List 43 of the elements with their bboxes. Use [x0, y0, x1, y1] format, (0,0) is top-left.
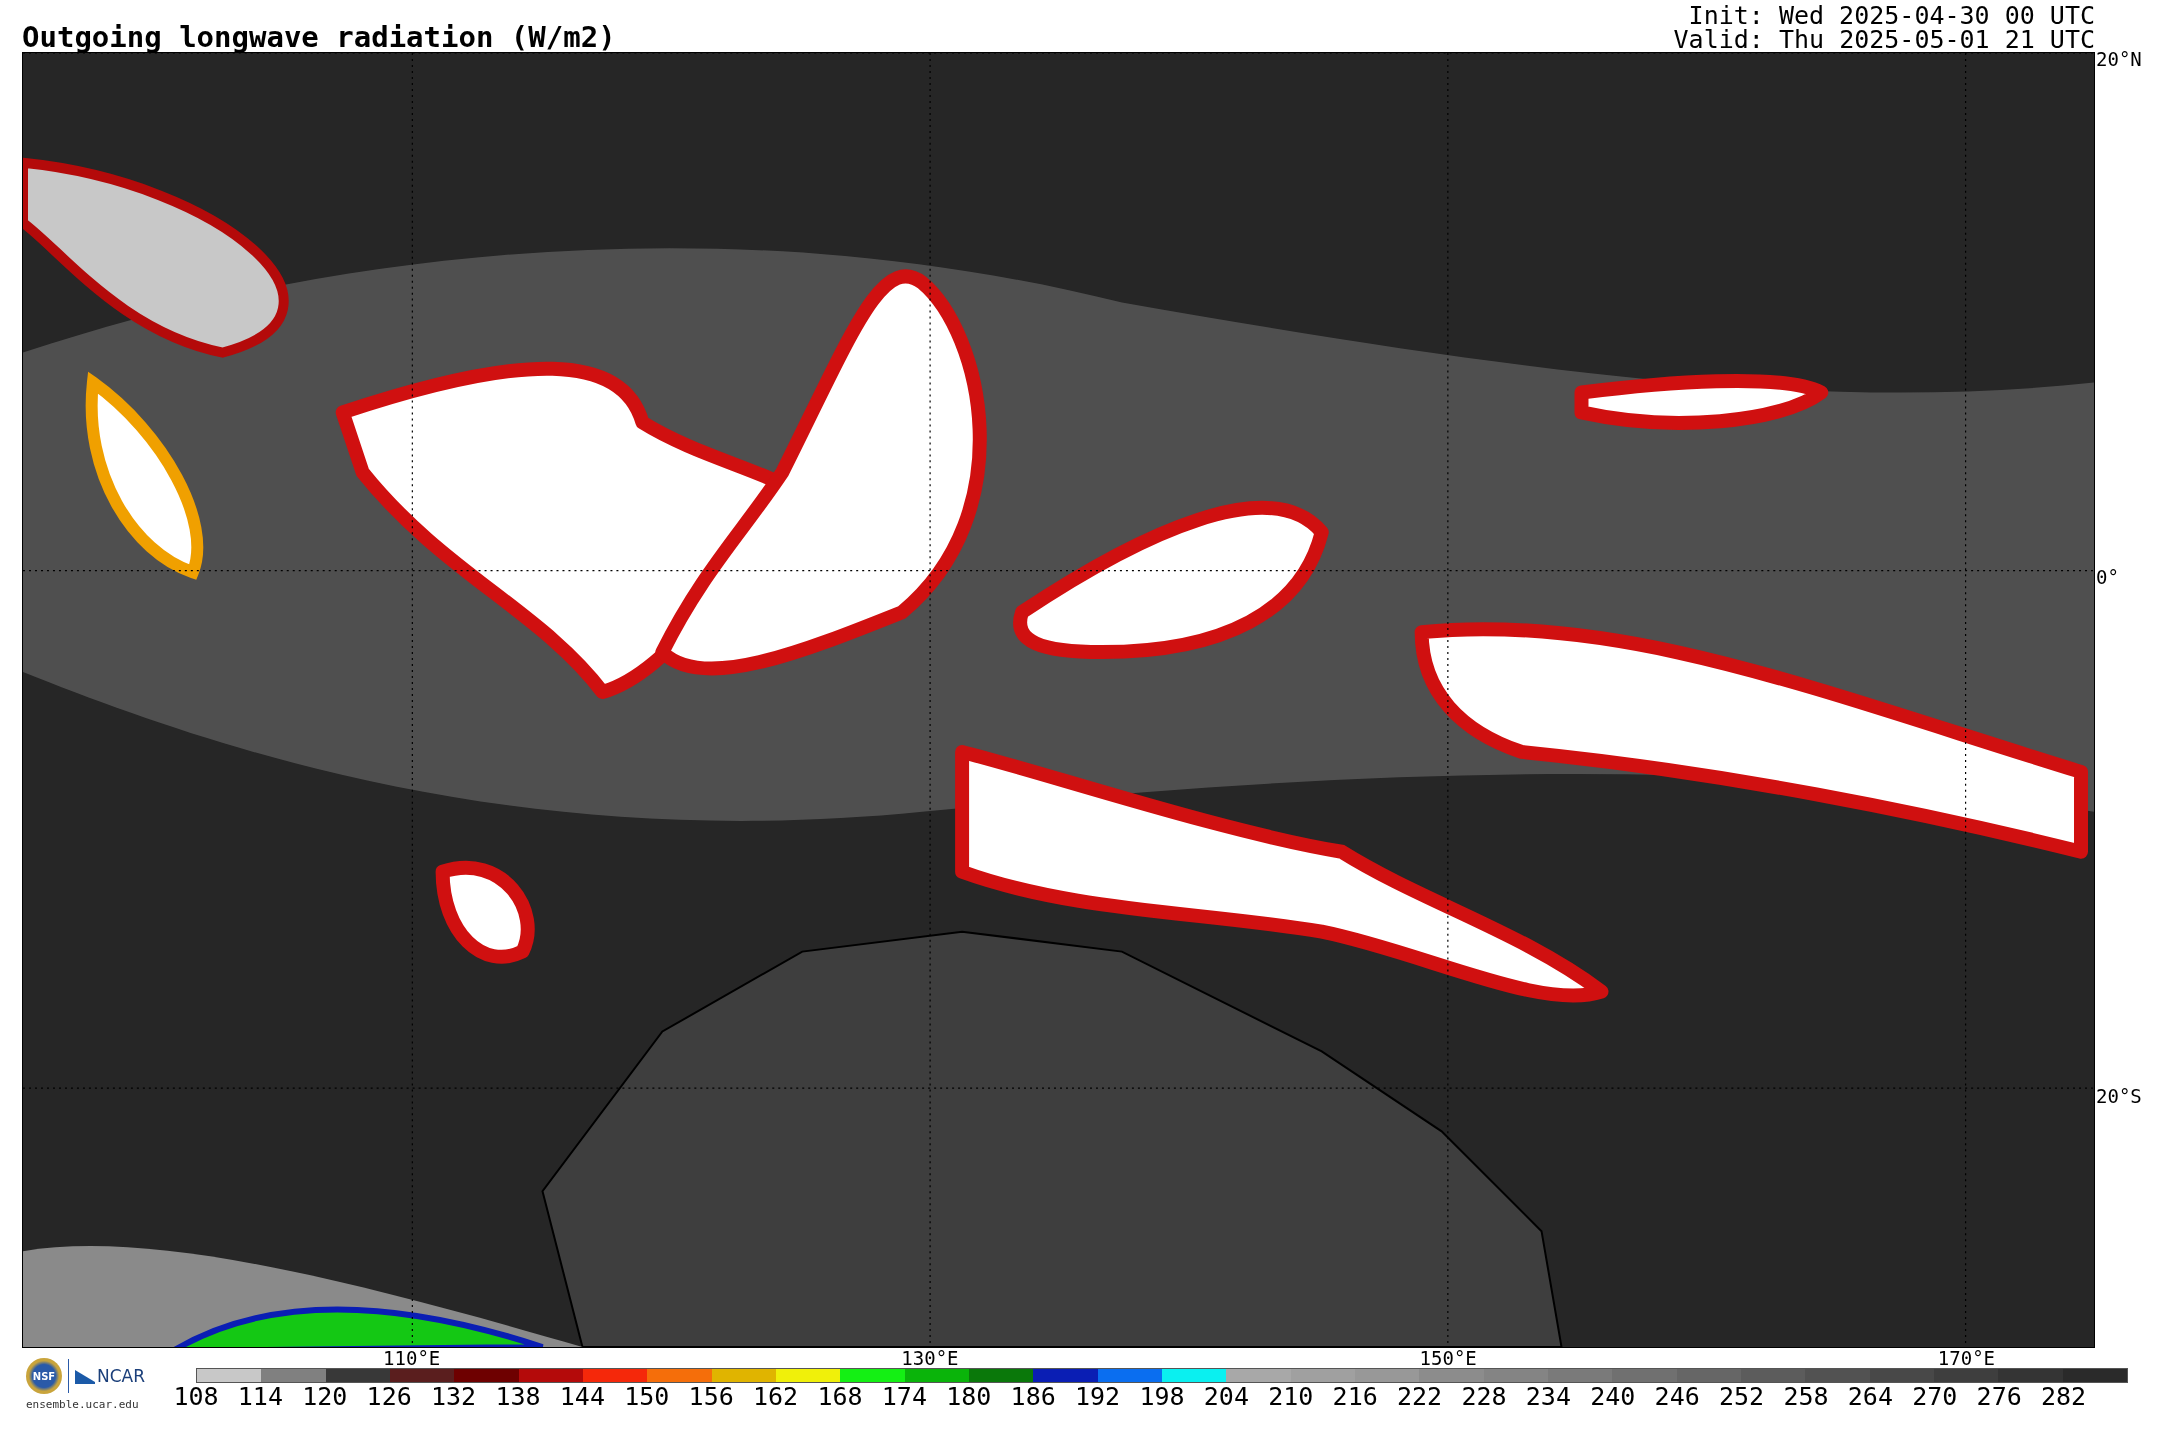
scale-label: 228	[1461, 1384, 1507, 1409]
chart-title: Outgoing longwave radiation (W/m2)	[22, 23, 616, 52]
longitude-label: 110°E	[383, 1349, 441, 1368]
scale-label: 108	[173, 1384, 219, 1409]
scale-label: 204	[1203, 1384, 1249, 1409]
scale-label: 198	[1139, 1384, 1185, 1409]
scale-label: 126	[366, 1384, 412, 1409]
scale-label: 264	[1847, 1384, 1893, 1409]
scale-label: 258	[1783, 1384, 1829, 1409]
scale-label: 156	[688, 1384, 734, 1409]
longitude-label: 150°E	[1419, 1349, 1477, 1368]
init-time: Init: Wed 2025-04-30 00 UTC	[1688, 4, 2095, 28]
valid-time: Valid: Thu 2025-05-01 21 UTC	[1673, 28, 2095, 52]
scale-label: 174	[881, 1384, 927, 1409]
scale-label: 114	[237, 1384, 283, 1409]
scale-label: 132	[431, 1384, 477, 1409]
scale-label: 216	[1332, 1384, 1378, 1409]
scale-label: 210	[1268, 1384, 1314, 1409]
scale-label: 168	[817, 1384, 863, 1409]
scale-label: 282	[2041, 1384, 2087, 1409]
scale-label: 270	[1912, 1384, 1958, 1409]
latitude-label: 20°N	[2096, 50, 2142, 69]
latitude-label: 0°	[2096, 568, 2119, 588]
scale-label: 192	[1075, 1384, 1121, 1409]
scale-label: 222	[1397, 1384, 1443, 1409]
scale-label: 138	[495, 1384, 541, 1409]
scale-label: 252	[1719, 1384, 1765, 1409]
longitude-label: 170°E	[1937, 1349, 1996, 1368]
scale-label: 240	[1590, 1384, 1636, 1409]
scale-label: 234	[1525, 1384, 1571, 1409]
scale-label: 150	[624, 1384, 670, 1409]
scale-label: 180	[946, 1384, 992, 1409]
latitude-label: 20°S	[2096, 1086, 2142, 1106]
scale-label: 120	[302, 1384, 348, 1409]
longitude-label: 130°E	[901, 1349, 959, 1368]
scale-label: 186	[1010, 1384, 1056, 1409]
scale-label: 144	[559, 1384, 605, 1409]
nsf-logo: NSF	[26, 1358, 62, 1394]
website-url: ensemble.ucar.edu	[26, 1398, 139, 1411]
scale-label: 162	[753, 1384, 799, 1409]
scale-label: 276	[1976, 1384, 2022, 1409]
scale-label: 246	[1654, 1384, 1700, 1409]
ncar-logo: NCAR	[75, 1366, 146, 1386]
